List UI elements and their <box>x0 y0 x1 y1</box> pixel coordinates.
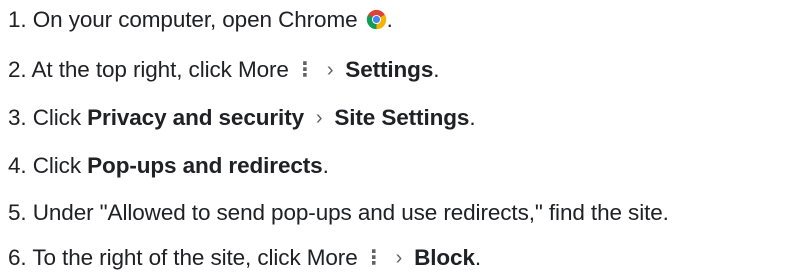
step-number: 3. <box>8 105 27 130</box>
step-number: 6. <box>8 245 27 270</box>
more-vert-icon: ⋮ <box>295 59 315 81</box>
step-number: 1. <box>8 7 27 32</box>
step-2: 2. At the top right, click More ⋮ › Sett… <box>8 57 440 83</box>
step-text: Under "Allowed to send pop-ups and use r… <box>32 200 669 225</box>
more-vert-icon: ⋮ <box>363 247 384 269</box>
step-3: 3. Click Privacy and security › Site Set… <box>8 105 476 131</box>
chevron-right-icon: › <box>395 247 403 269</box>
step-number: 5. <box>8 200 27 225</box>
step-text: On your computer, open Chrome <box>32 7 358 32</box>
step-text: Click <box>32 153 81 178</box>
step-1: 1. On your computer, open Chrome . <box>8 7 393 33</box>
step-period: . <box>469 105 476 130</box>
step-number: 2. <box>8 57 27 82</box>
settings-label: Settings <box>345 57 434 82</box>
step-4: 4. Click Pop-ups and redirects. <box>8 153 329 179</box>
step-text: Click <box>32 105 81 130</box>
chevron-right-icon: › <box>326 59 334 81</box>
step-5: 5. Under "Allowed to send pop-ups and us… <box>8 200 669 226</box>
step-6: 6. To the right of the site, click More … <box>8 245 481 271</box>
step-period: . <box>474 245 482 270</box>
step-period: . <box>386 7 393 32</box>
chrome-icon <box>366 9 386 30</box>
site-settings-label: Site Settings <box>334 105 470 130</box>
popups-redirects-label: Pop-ups and redirects <box>87 153 323 178</box>
step-text: To the right of the site, click More <box>32 245 358 270</box>
step-period: . <box>433 57 440 82</box>
step-period: . <box>322 153 329 178</box>
step-text: At the top right, click More <box>31 57 289 82</box>
step-number: 4. <box>8 153 27 178</box>
chevron-right-icon: › <box>315 107 323 129</box>
block-label: Block <box>414 245 475 270</box>
privacy-security-label: Privacy and security <box>87 105 305 130</box>
